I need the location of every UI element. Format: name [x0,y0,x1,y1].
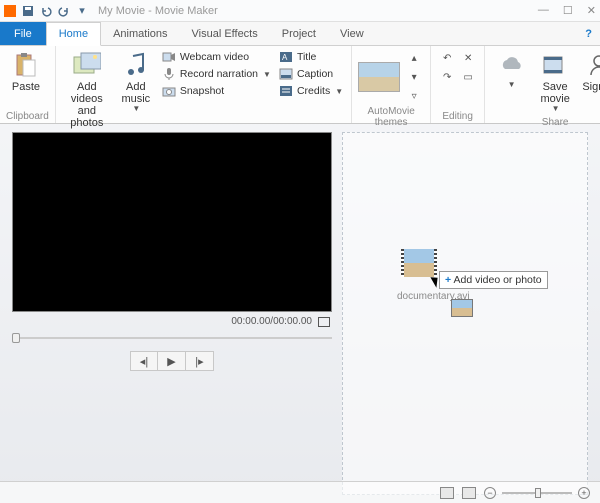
tab-visual-effects[interactable]: Visual Effects [180,22,270,45]
credits-button[interactable]: Credits▼ [277,83,345,99]
title-icon: A [279,50,293,64]
status-bar: − + [0,481,600,503]
maximize-button[interactable]: ☐ [563,4,573,17]
theme-expand[interactable]: ▿ [404,87,424,105]
ribbon-group-automovie: ▴ ▾ ▿ AutoMovie themes [352,46,431,123]
user-icon [585,51,600,79]
add-videos-label: Add videos and photos [64,81,110,129]
close-button[interactable]: ✕ [587,4,596,17]
prev-frame-button[interactable]: ◂| [130,351,158,371]
snapshot-button[interactable]: Snapshot [160,83,273,99]
rotate-left-button[interactable]: ↶ [437,49,457,67]
app-icon [4,5,16,17]
title-label: Title [297,51,316,63]
quick-access-toolbar: ▾ [20,3,90,19]
webcam-label: Webcam video [180,51,249,63]
preview-video [12,132,332,312]
play-button[interactable]: ▶ [158,351,186,371]
rotate-right-button[interactable]: ↷ [437,68,457,86]
add-music-button[interactable]: Add music▼ [116,49,156,116]
automovie-group-label: AutoMovie themes [358,105,424,128]
zoom-out-button[interactable]: − [484,487,496,499]
theme-scroll-down[interactable]: ▾ [404,68,424,86]
save-movie-button[interactable]: Save movie▼ [535,49,575,116]
ribbon-group-clipboard: Paste Clipboard [0,46,56,123]
tab-view[interactable]: View [328,22,376,45]
fullscreen-icon[interactable] [318,317,330,327]
snapshot-label: Snapshot [180,85,224,97]
sign-in-button[interactable]: Sign in [579,49,600,95]
camera-icon [162,84,176,98]
credits-label: Credits [297,85,330,97]
record-narration-button[interactable]: Record narration▼ [160,66,273,82]
save-movie-icon [541,51,569,79]
add-music-label: Add music [118,81,154,105]
add-media-icon [73,51,101,79]
paste-label: Paste [12,81,40,93]
add-videos-photos-button[interactable]: Add videos and photos [62,49,112,131]
svg-text:A: A [282,53,288,62]
next-frame-button[interactable]: |▸ [186,351,214,371]
theme-scroll-up[interactable]: ▴ [404,49,424,67]
ribbon-group-add: Add videos and photos Add music▼ Webcam … [56,46,352,123]
tab-animations[interactable]: Animations [101,22,179,45]
undo-icon[interactable] [38,3,54,19]
select-all-button[interactable]: ▭ [458,68,478,86]
editing-group-label: Editing [437,110,478,122]
webcam-icon [162,50,176,64]
save-icon[interactable] [20,3,36,19]
storyboard-dropzone[interactable]: + Add video or photo documentary.avi [342,132,588,495]
paste-icon [12,51,40,79]
seek-slider[interactable] [12,331,332,345]
tab-project[interactable]: Project [270,22,328,45]
caption-button[interactable]: Caption [277,66,345,82]
tab-home[interactable]: Home [46,22,101,46]
share-cloud-button[interactable]: ▼ [491,49,531,92]
save-movie-label: Save movie [537,81,573,105]
mic-icon [162,67,176,81]
delete-button[interactable]: ✕ [458,49,478,67]
clipboard-group-label: Clipboard [6,110,49,122]
drop-tooltip: + Add video or photo [439,271,548,289]
music-icon [122,51,150,79]
sign-in-label: Sign in [582,81,600,93]
zoom-control: − + [484,487,590,499]
help-icon[interactable]: ? [585,28,592,40]
preview-pane: 00:00.00/00:00.00 ◂| ▶ |▸ [12,132,332,495]
caption-icon [279,67,293,81]
redo-icon[interactable] [56,3,72,19]
view-mode-1-icon[interactable] [440,487,454,499]
minimize-button[interactable]: — [538,4,549,17]
share-group-label: Share [491,116,600,128]
credits-icon [279,84,293,98]
window-title: My Movie - Movie Maker [98,5,218,17]
titlebar: ▾ My Movie - Movie Maker — ☐ ✕ [0,0,600,22]
title-button[interactable]: A Title [277,49,345,65]
cloud-icon [497,51,525,79]
dragged-clip-thumb [401,249,437,277]
ribbon-tabstrip: File Home Animations Visual Effects Proj… [0,22,600,46]
zoom-in-button[interactable]: + [578,487,590,499]
ribbon: Paste Clipboard Add videos and photos Ad… [0,46,600,124]
webcam-video-button[interactable]: Webcam video [160,49,273,65]
caption-label: Caption [297,68,333,80]
view-mode-2-icon[interactable] [462,487,476,499]
workspace: 00:00.00/00:00.00 ◂| ▶ |▸ + Add video or… [0,124,600,503]
ribbon-group-editing: ↶ ✕ ↷ ▭ Editing [431,46,485,123]
dragged-clip-thumb-2 [451,299,473,317]
narration-label: Record narration [180,68,258,80]
ribbon-group-share: ▼ Save movie▼ Sign in Share [485,46,600,123]
qat-dropdown-icon[interactable]: ▾ [74,3,90,19]
tab-file[interactable]: File [0,22,46,45]
paste-button[interactable]: Paste [6,49,46,95]
playback-controls: ◂| ▶ |▸ [12,351,332,371]
automovie-theme-thumb[interactable] [358,62,400,92]
zoom-slider[interactable] [502,492,572,494]
window-controls: — ☐ ✕ [538,4,596,17]
time-display: 00:00.00/00:00.00 [231,316,312,327]
